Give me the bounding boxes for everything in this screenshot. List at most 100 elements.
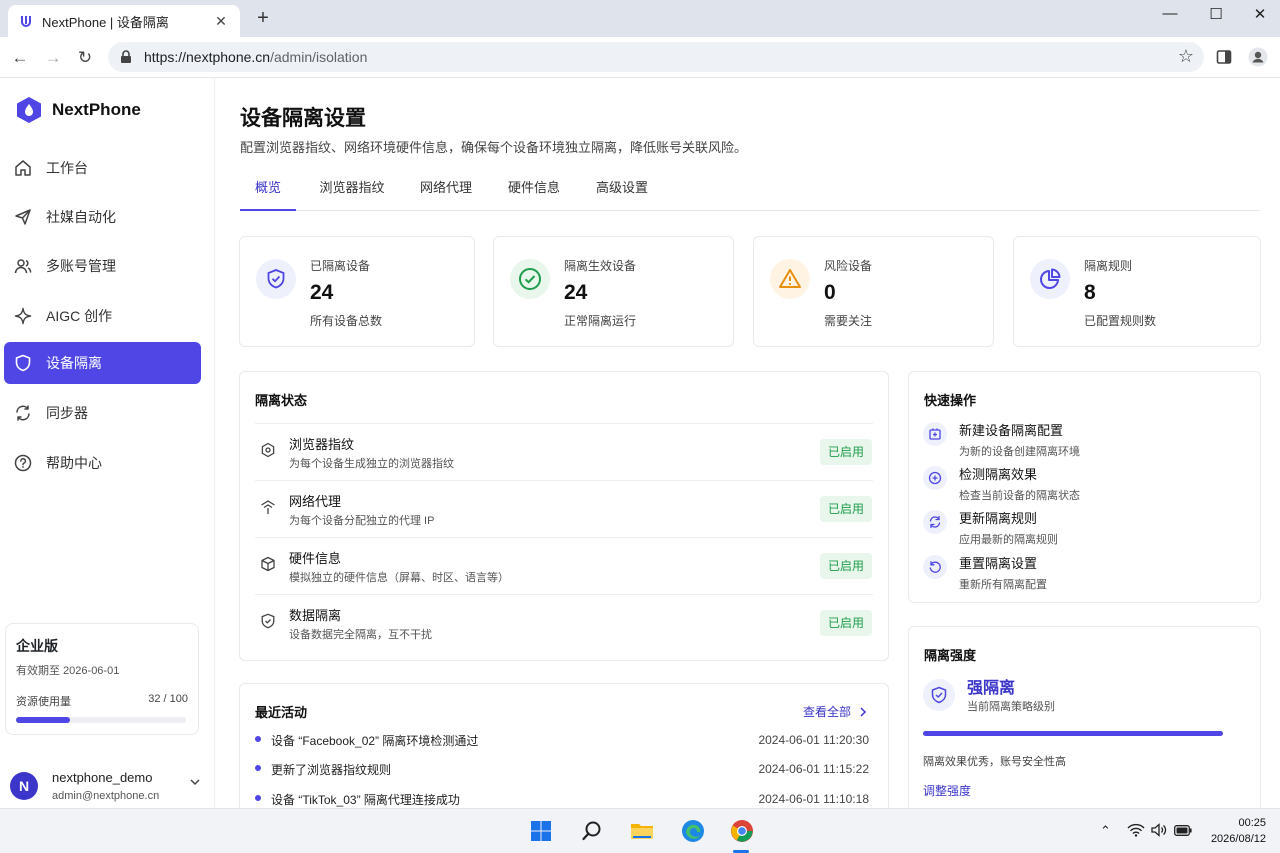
row-title: 网络代理 [289, 494, 342, 509]
bookmark-star-icon[interactable]: ☆ [1178, 46, 1194, 67]
sidebar-item-label: 多账号管理 [46, 258, 116, 274]
profile-icon[interactable] [1248, 47, 1268, 67]
maximize-icon[interactable]: ☐ [1206, 5, 1226, 23]
new-tab-button[interactable]: + [253, 8, 273, 28]
shield-icon [15, 354, 31, 372]
page-title: 设备隔离设置 [240, 107, 366, 130]
quick-action-update-rules[interactable]: 更新隔离规则 应用最新的隔离规则 [923, 508, 1058, 547]
row-description: 设备数据完全隔离，互不干扰 [289, 629, 432, 641]
quick-action-detect[interactable]: 检测隔离效果 检查当前设备的隔离状态 [923, 464, 1080, 503]
plan-name: 企业版 [16, 638, 58, 654]
action-title: 重置隔离设置 [959, 556, 1038, 571]
side-panel-icon[interactable] [1216, 49, 1232, 65]
url-host: https://nextphone.cn [144, 49, 271, 65]
sidebar-item-device-isolation[interactable]: 设备隔离 [4, 342, 201, 384]
battery-icon[interactable] [1174, 825, 1192, 836]
user-name: nextphone_demo [52, 770, 153, 785]
forward-icon[interactable]: → [42, 47, 64, 69]
view-all-link[interactable]: 查看全部 [803, 703, 869, 720]
usage-progress-fill [16, 717, 71, 723]
back-icon[interactable]: ← [9, 47, 31, 69]
adjust-strength-link[interactable]: 调整强度 [923, 782, 971, 799]
tab-network-proxy[interactable]: 网络代理 [412, 176, 480, 211]
activity-item: 设备 “TikTok_03” 隔离代理连接成功 [255, 791, 460, 808]
sidebar-item-label: AIGC 创作 [46, 308, 113, 324]
strength-bar-fill [923, 731, 1223, 736]
plus-circle-icon [923, 466, 947, 490]
user-email: admin@nextphone.cn [52, 790, 160, 802]
shield-check-icon [923, 679, 955, 711]
search-icon[interactable] [579, 818, 605, 844]
plan-expiry: 有效期至 2026-06-01 [16, 665, 120, 677]
sidebar-item-help[interactable]: 帮助中心 [4, 442, 201, 484]
recent-activity-card: 最近活动 查看全部 设备 “Facebook_02” 隔离环境检测通过 2024… [239, 683, 889, 808]
minimize-icon[interactable]: — [1160, 5, 1180, 23]
isolation-row[interactable]: 网络代理 为每个设备分配独立的代理 IP 已启用 [255, 480, 873, 537]
app-logo[interactable]: NextPhone [16, 96, 141, 124]
sidebar-item-accounts[interactable]: 多账号管理 [4, 245, 201, 287]
card-title: 快速操作 [924, 393, 977, 408]
tray-overflow-icon[interactable]: ⌃ [1100, 823, 1111, 839]
sidebar-item-label: 帮助中心 [46, 455, 102, 471]
tab-close-icon[interactable]: ✕ [212, 13, 230, 30]
system-clock[interactable]: 00:25 2026/08/12 [1211, 815, 1266, 847]
chevron-down-icon[interactable] [189, 776, 201, 788]
sparkle-icon [14, 307, 32, 325]
activity-time: 2024-06-01 11:20:30 [758, 733, 869, 747]
sidebar-item-social-automation[interactable]: 社媒自动化 [4, 196, 201, 238]
quick-action-reset[interactable]: 重置隔离设置 重新所有隔离配置 [923, 553, 1047, 592]
row-description: 为每个设备分配独立的代理 IP [289, 515, 435, 527]
fingerprint-icon [261, 442, 275, 458]
add-device-icon [923, 422, 947, 446]
pie-chart-icon [1030, 259, 1070, 299]
reload-icon[interactable]: ↻ [74, 47, 96, 69]
browser-toolbar: ← → ↻ https://nextphone.cn/admin/isolati… [0, 37, 1280, 78]
stat-subtitle: 已配置规则数 [1084, 314, 1157, 328]
tab-overview[interactable]: 概览 [240, 176, 296, 211]
volume-icon[interactable] [1151, 823, 1167, 837]
lock-icon [121, 50, 131, 63]
stat-value: 24 [310, 281, 334, 304]
isolation-row[interactable]: 浏览器指纹 为每个设备生成独立的浏览器指纹 已启用 [255, 423, 873, 480]
address-bar[interactable]: https://nextphone.cn/admin/isolation ☆ [108, 42, 1204, 72]
sidebar-item-label: 社媒自动化 [46, 209, 116, 225]
edge-icon[interactable] [680, 818, 706, 844]
check-circle-icon [510, 259, 550, 299]
strength-level: 强隔离 [967, 680, 1016, 697]
activity-time: 2024-06-01 11:10:18 [758, 792, 869, 806]
tab-browser-fingerprint[interactable]: 浏览器指纹 [312, 176, 392, 211]
stat-label: 已隔离设备 [310, 259, 371, 273]
sidebar-item-workbench[interactable]: 工作台 [4, 147, 201, 189]
file-explorer-icon[interactable] [629, 818, 655, 844]
bullet-icon [255, 795, 261, 801]
tab-advanced-settings[interactable]: 高级设置 [588, 176, 656, 211]
stat-subtitle: 正常隔离运行 [564, 314, 637, 328]
window-close-icon[interactable]: ✕ [1250, 5, 1270, 23]
plan-card: 企业版 有效期至 2026-06-01 资源使用量 32 / 100 [5, 623, 199, 735]
isolation-row[interactable]: 数据隔离 设备数据完全隔离，互不干扰 已启用 [255, 594, 873, 651]
send-icon [15, 209, 31, 225]
sidebar-item-aigc[interactable]: AIGC 创作 [4, 295, 201, 337]
isolation-row[interactable]: 硬件信息 模拟独立的硬件信息（屏幕、时区、语言等） 已启用 [255, 537, 873, 594]
chrome-icon[interactable] [729, 818, 755, 844]
action-description: 为新的设备创建隔离环境 [959, 446, 1080, 458]
usage-progress-bar [16, 717, 186, 723]
status-badge: 已启用 [820, 553, 872, 579]
wifi-icon[interactable] [1127, 823, 1145, 837]
start-icon[interactable] [528, 818, 554, 844]
taskbar: ⌃ 00:25 2026/08/12 [0, 808, 1280, 853]
tab-hardware-info[interactable]: 硬件信息 [500, 176, 568, 211]
quick-actions-card: 快速操作 新建设备隔离配置 为新的设备创建隔离环境 检测隔离效果 检查当前设备的隔离… [908, 371, 1261, 603]
user-menu[interactable]: N nextphone_demo admin@nextphone.cn [10, 770, 205, 802]
quick-action-new-config[interactable]: 新建设备隔离配置 为新的设备创建隔离环境 [923, 420, 1080, 459]
row-description: 模拟独立的硬件信息（屏幕、时区、语言等） [289, 572, 509, 584]
action-description: 重新所有隔离配置 [959, 579, 1047, 591]
row-title: 浏览器指纹 [289, 437, 355, 452]
reset-icon [923, 555, 947, 579]
sidebar-item-sync[interactable]: 同步器 [4, 392, 201, 434]
row-description: 为每个设备生成独立的浏览器指纹 [289, 458, 454, 470]
proxy-icon [261, 500, 275, 514]
browser-tab[interactable]: NextPhone | 设备隔离 ✕ [8, 5, 240, 37]
activity-text: 设备 “TikTok_03” 隔离代理连接成功 [271, 793, 460, 807]
card-title: 隔离状态 [255, 393, 308, 408]
